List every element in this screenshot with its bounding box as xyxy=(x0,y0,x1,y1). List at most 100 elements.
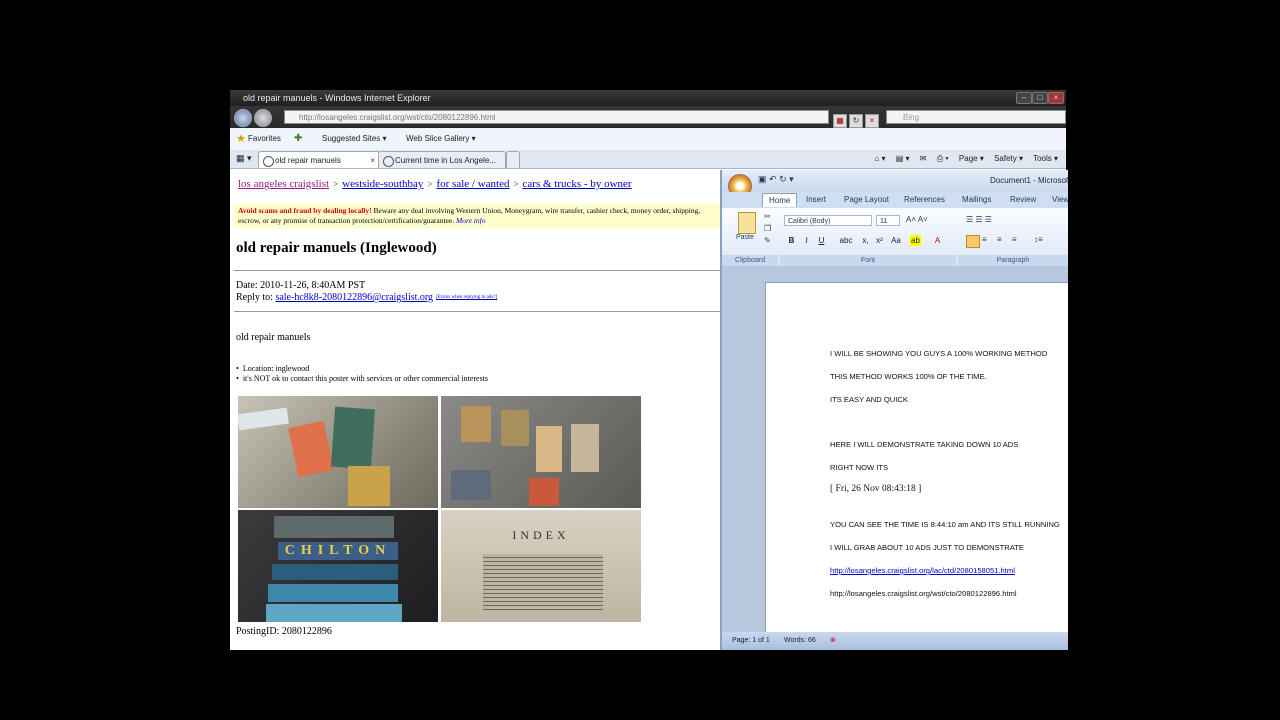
undo-icon[interactable]: ↶ xyxy=(769,174,777,184)
clipboard-group-label: Clipboard xyxy=(722,255,778,266)
tab-review[interactable]: Review xyxy=(1010,195,1036,204)
divider xyxy=(234,270,720,271)
reply-email-link[interactable]: sale-hc8k8-2080122896@craigslist.org xyxy=(275,292,433,303)
font-size-select[interactable]: 11 xyxy=(876,215,900,226)
ribbon-tabs: Home Insert Page Layout References Maili… xyxy=(722,192,1068,208)
highlight-icon[interactable]: ab xyxy=(910,235,921,246)
forward-button[interactable] xyxy=(254,109,272,127)
ie-titlebar: old repair manuels - Windows Internet Ex… xyxy=(230,90,1066,106)
breadcrumb-link[interactable]: for sale / wanted xyxy=(436,178,509,190)
posting-bullets: Location: inglewood it's NOT ok to conta… xyxy=(236,364,488,384)
save-icon[interactable]: ▣ xyxy=(758,174,767,184)
doc-line: http://losangeles.craigslist.org/wst/cto… xyxy=(830,589,1017,598)
maximize-icon[interactable]: □ xyxy=(1032,92,1048,104)
stop-icon[interactable]: × xyxy=(865,114,879,128)
tab-references[interactable]: References xyxy=(904,195,945,204)
paste-button[interactable]: Paste xyxy=(732,212,760,246)
breadcrumb-link[interactable]: cars & trucks - by owner xyxy=(523,178,632,190)
underline-button[interactable]: U xyxy=(816,235,827,246)
reply-errors-link[interactable]: [Errors when replying to ads?] xyxy=(436,295,497,300)
superscript-button[interactable]: x² xyxy=(874,235,885,246)
bold-button[interactable]: B xyxy=(786,235,797,246)
document-area: I WILL BE SHOWING YOU GUYS A 100% WORKIN… xyxy=(722,266,1068,634)
warning-heading: Avoid scams and fraud by dealing locally… xyxy=(238,206,372,215)
strikethrough-button[interactable]: abc xyxy=(836,235,856,246)
clipboard-icon xyxy=(738,212,756,234)
more-info-link[interactable]: More info xyxy=(456,216,486,225)
justify-icon[interactable]: ≡ xyxy=(1012,235,1017,244)
manuals-photo-2[interactable] xyxy=(441,396,641,508)
breadcrumb-separator: > xyxy=(513,179,519,189)
close-tab-icon[interactable]: × xyxy=(370,152,375,169)
grow-font-icon[interactable]: A˄ A˅ xyxy=(906,215,928,224)
tab-page-layout[interactable]: Page Layout xyxy=(844,195,889,204)
font-name-select[interactable]: Calibri (Body) xyxy=(784,215,872,226)
breadcrumb-link[interactable]: los angeles craigslist xyxy=(238,178,329,190)
search-box[interactable]: Bing xyxy=(886,110,1066,124)
bullets-icon[interactable]: ☰ ☰ ☰ xyxy=(966,215,992,224)
back-button[interactable] xyxy=(234,109,252,127)
cut-icon[interactable]: ✂ xyxy=(764,212,771,221)
copy-icon[interactable]: ❐ xyxy=(764,224,771,233)
doc-line: YOU CAN SEE THE TIME IS 8:44:10 am AND I… xyxy=(830,520,1060,529)
web-page: los angeles craigslist > westside-southbay… xyxy=(230,168,720,650)
word-window: ▣ ↶ ↻ ▾ Document1 - Microsoft Word Home … xyxy=(720,170,1068,650)
breadcrumb-link[interactable]: westside-southbay xyxy=(342,178,423,190)
align-left-button[interactable] xyxy=(966,235,980,248)
tab-current-time[interactable]: Current time in Los Angele... xyxy=(378,151,506,168)
refresh-icon[interactable]: ↻ xyxy=(849,114,863,128)
home-icon[interactable]: ⌂ ▾ xyxy=(874,154,885,163)
italic-button[interactable]: I xyxy=(801,235,812,246)
safety-menu[interactable]: Safety ▾ xyxy=(994,154,1023,163)
posting-body: old repair manuels xyxy=(236,332,311,343)
tab-label: Current time in Los Angele... xyxy=(395,156,496,165)
tab-mailings[interactable]: Mailings xyxy=(962,195,991,204)
reply-label: Reply to: xyxy=(236,292,276,303)
new-tab-button[interactable] xyxy=(506,151,520,168)
font-color-icon[interactable]: A xyxy=(932,235,943,246)
line-spacing-icon[interactable]: ↕≡ xyxy=(1034,235,1043,244)
mail-icon[interactable]: ✉ xyxy=(920,154,927,163)
document-page[interactable]: I WILL BE SHOWING YOU GUYS A 100% WORKIN… xyxy=(765,282,1068,634)
doc-hyperlink[interactable]: http://losangeles.craigslist.org/lac/ctd… xyxy=(830,566,1015,575)
clock-icon xyxy=(383,156,394,167)
print-icon[interactable]: ⎙ ▾ xyxy=(937,154,949,163)
divider xyxy=(234,311,720,312)
close-icon[interactable]: × xyxy=(1048,92,1064,104)
tab-old-repair-manuels[interactable]: old repair manuels × xyxy=(258,151,380,168)
tab-view[interactable]: View xyxy=(1052,195,1068,204)
breadcrumb: los angeles craigslist > westside-southbay… xyxy=(238,178,632,190)
bullet-item: Location: inglewood xyxy=(236,364,488,374)
manuals-photo-1[interactable] xyxy=(238,396,438,508)
change-case-button[interactable]: Aa xyxy=(888,235,904,246)
customize-qat-icon[interactable]: ▾ xyxy=(789,174,794,184)
format-painter-icon[interactable]: ✎ xyxy=(764,236,771,245)
quick-tabs-icon[interactable]: ▦ ▾ xyxy=(236,153,252,164)
manuals-photo-3[interactable]: CHILTON xyxy=(238,510,438,622)
web-slice-gallery-link[interactable]: Web Slice Gallery ▾ xyxy=(406,128,476,150)
word-count[interactable]: Words: 66 xyxy=(784,632,816,650)
doc-line: ITS EASY AND QUICK xyxy=(830,395,908,404)
subscript-button[interactable]: x, xyxy=(860,235,871,246)
align-center-icon[interactable]: ≡ xyxy=(982,235,987,244)
manuals-photo-4[interactable]: INDEX xyxy=(441,510,641,622)
redo-icon[interactable]: ↻ xyxy=(779,174,787,184)
add-favorites-icon[interactable]: ✚ xyxy=(294,128,302,150)
feeds-icon[interactable]: ▤ ▾ xyxy=(896,154,910,163)
page-menu[interactable]: Page ▾ xyxy=(959,154,984,163)
align-right-icon[interactable]: ≡ xyxy=(997,235,1002,244)
tab-home[interactable]: Home xyxy=(762,193,798,207)
address-bar[interactable]: http://losangeles.craigslist.org/wst/cto… xyxy=(284,110,829,124)
proofing-icon[interactable]: ⊗ xyxy=(830,632,836,650)
minimize-icon[interactable]: – xyxy=(1016,92,1032,104)
doc-line: I WILL GRAB ABOUT 10 ADS JUST TO DEMONST… xyxy=(830,543,1024,552)
suggested-sites-link[interactable]: Suggested Sites ▾ xyxy=(322,128,387,150)
tab-insert[interactable]: Insert xyxy=(806,195,826,204)
photo-index-label: INDEX xyxy=(512,528,570,542)
compat-view-icon[interactable]: ▦ xyxy=(833,114,847,128)
font-group-label: Font xyxy=(780,255,956,266)
page-count[interactable]: Page: 1 of 1 xyxy=(732,632,770,650)
tools-menu[interactable]: Tools ▾ xyxy=(1033,154,1058,163)
favorites-button[interactable]: Favorites xyxy=(248,128,281,150)
ie-window-title: old repair manuels - Windows Internet Ex… xyxy=(243,93,431,103)
